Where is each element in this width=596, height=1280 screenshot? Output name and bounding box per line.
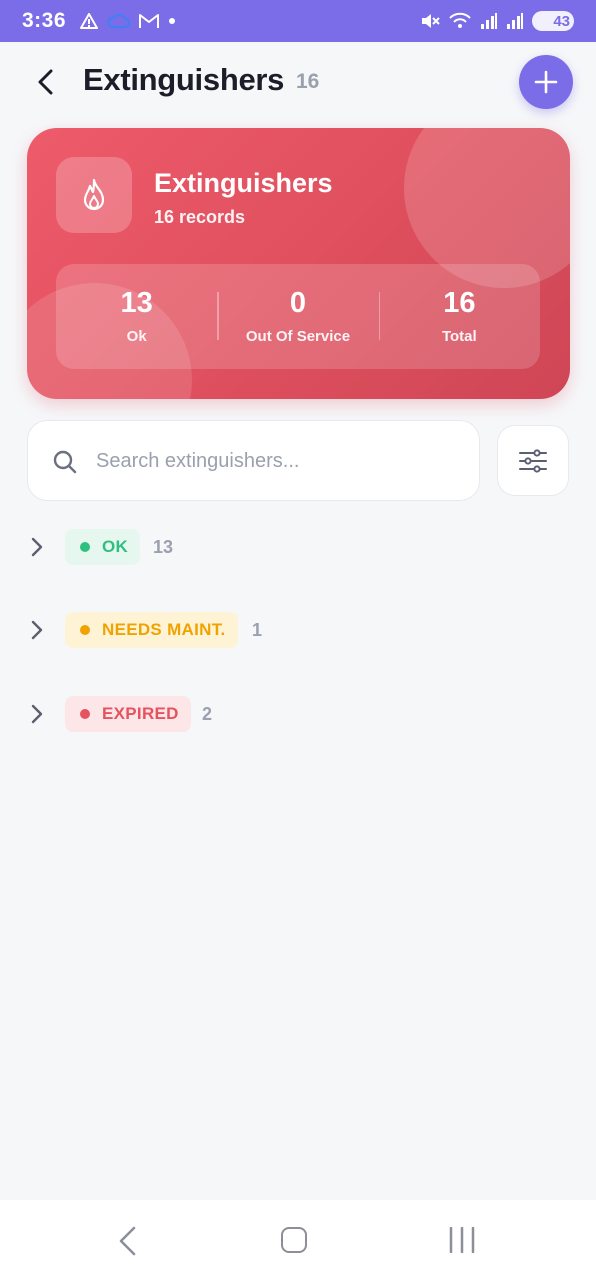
status-label: NEEDS MAINT. <box>102 620 226 639</box>
search-bar <box>27 420 480 501</box>
filter-button[interactable] <box>497 425 569 496</box>
stat-value: 13 <box>120 286 153 319</box>
nav-back-icon[interactable] <box>114 1226 140 1256</box>
group-count: 2 <box>202 704 213 724</box>
wifi-icon <box>449 12 471 28</box>
summary-subtitle: 16 records <box>154 207 246 227</box>
flame-icon-container <box>56 157 132 233</box>
search-input[interactable] <box>96 443 456 479</box>
chevron-left-icon <box>38 69 53 95</box>
chevron-right-icon <box>31 537 43 557</box>
status-label: OK <box>102 537 129 556</box>
sliders-icon <box>519 448 547 473</box>
status-dot <box>80 709 90 719</box>
status-badge: OK <box>65 529 141 565</box>
gmail-icon <box>139 14 160 28</box>
stat-label: Out Of Service <box>245 327 351 345</box>
dot-icon <box>169 18 176 24</box>
battery-level: 43 <box>553 12 570 30</box>
group-count: 1 <box>252 620 263 640</box>
stats-panel: 13 Ok 0 Out Of Service 16 Total <box>56 264 540 369</box>
group-count: 13 <box>153 537 174 557</box>
status-badge: NEEDS MAINT. <box>65 612 238 648</box>
chevron-right-icon <box>31 704 43 724</box>
battery-indicator: 43 <box>532 11 574 31</box>
status-label: EXPIRED <box>102 704 179 723</box>
flame-icon <box>83 178 105 211</box>
status-time: 3:36 <box>22 9 67 32</box>
plus-icon <box>534 70 558 94</box>
back-button[interactable] <box>28 64 64 100</box>
chevron-right-icon <box>31 620 43 640</box>
status-bar: 3:36 43 <box>0 0 596 42</box>
status-badge: EXPIRED <box>65 696 191 732</box>
search-icon <box>53 450 77 474</box>
system-icons: 43 <box>420 11 574 31</box>
stat-label: Ok <box>126 327 147 345</box>
stat-value: 0 <box>289 286 307 319</box>
stat-total: 16 Total <box>378 264 540 369</box>
notification-icons <box>80 13 176 29</box>
group-expired[interactable]: EXPIRED 2 <box>0 694 596 734</box>
title-count: 16 <box>296 70 320 93</box>
page-header: Extinguishers 16 <box>0 52 596 112</box>
nav-home-icon[interactable] <box>281 1227 307 1253</box>
group-needs-maint[interactable]: NEEDS MAINT. 1 <box>0 610 596 650</box>
add-button[interactable] <box>519 55 573 109</box>
status-dot <box>80 542 90 552</box>
mute-icon <box>422 14 440 28</box>
nav-recents-icon[interactable] <box>448 1227 476 1253</box>
summary-card: Extinguishers 16 records 13 Ok 0 Out Of … <box>27 128 570 399</box>
system-nav-bar <box>0 1200 596 1280</box>
page-title: Extinguishers <box>83 62 285 97</box>
status-dot <box>80 625 90 635</box>
group-ok[interactable]: OK 13 <box>0 527 596 567</box>
signal-icon <box>507 13 523 29</box>
warning-icon <box>80 13 99 29</box>
stat-label: Total <box>441 327 477 345</box>
signal-icon <box>481 13 497 29</box>
summary-title: Extinguishers <box>154 168 333 198</box>
stat-ok: 13 Ok <box>56 264 217 369</box>
cloud-icon <box>107 13 131 28</box>
stat-out-of-service: 0 Out Of Service <box>217 264 378 369</box>
stat-value: 16 <box>443 286 476 319</box>
